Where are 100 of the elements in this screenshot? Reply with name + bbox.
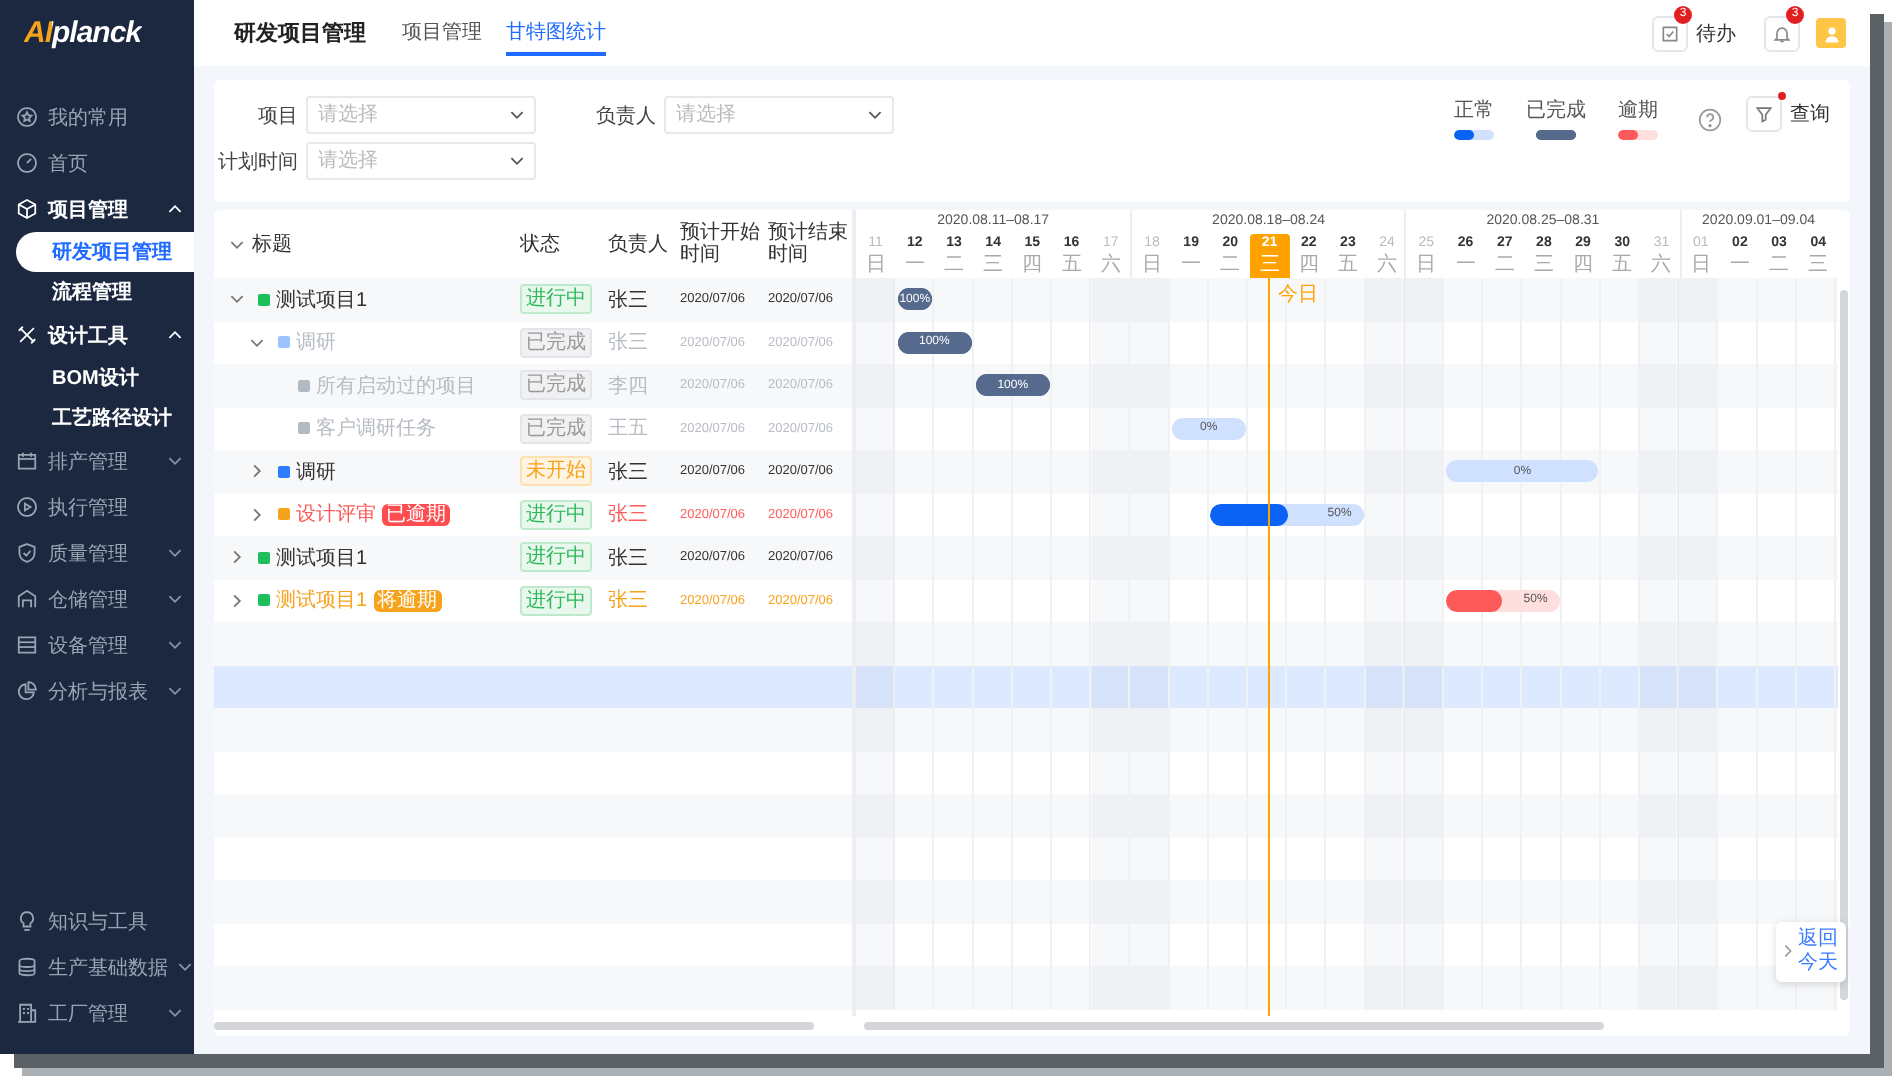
tab[interactable]: 项目管理 (402, 11, 482, 55)
task-title: 调研 (296, 330, 336, 357)
task-title: 客户调研任务 (316, 415, 436, 443)
status-tag: 进行中 (520, 585, 592, 616)
owner-name: 张三 (608, 501, 648, 529)
task-title: 测试项目1 (276, 587, 368, 615)
owner-name: 张三 (608, 459, 648, 486)
nav-item[interactable]: 设备管理 (0, 622, 194, 668)
tools-icon (16, 324, 38, 346)
list-icon (16, 634, 38, 656)
shield-icon (16, 542, 38, 564)
filter-button[interactable] (1746, 96, 1782, 132)
scrollbar[interactable] (864, 1022, 1604, 1030)
select-field[interactable]: 请选择 (306, 142, 536, 180)
legend-label: 逾期 (1618, 97, 1658, 124)
nav-item[interactable]: 分析与报表 (0, 668, 194, 714)
legend-label: 正常 (1454, 97, 1494, 124)
star-circle-icon (16, 106, 38, 128)
legend-swatch (1454, 130, 1494, 140)
calendar-icon (16, 450, 38, 472)
status-tag: 已完成 (520, 370, 592, 401)
checklist-icon (1660, 23, 1680, 43)
field-label: 项目 (256, 103, 298, 129)
legend-label: 已完成 (1526, 97, 1586, 124)
gauge-icon (16, 152, 38, 174)
column-header: 标题 (252, 231, 292, 258)
status-tag: 已逾期 (382, 503, 450, 526)
status-tag: 进行中 (520, 542, 592, 573)
select-field[interactable]: 请选择 (664, 96, 894, 134)
field-label: 负责人 (594, 103, 656, 129)
nav-subitem[interactable]: BOM设计 (16, 358, 194, 398)
warehouse-icon (16, 588, 38, 610)
status-tag: 将逾期 (373, 589, 442, 612)
status-tag: 已完成 (520, 413, 592, 444)
owner-name: 李四 (608, 373, 648, 400)
page-title: 研发项目管理 (234, 20, 366, 48)
nav-item[interactable]: 工厂管理 (0, 990, 194, 1036)
chevron-icon[interactable] (251, 507, 261, 522)
column-header: 状态 (520, 231, 560, 258)
pie-chart-icon (16, 680, 38, 702)
task-title: 设计评审 (296, 501, 376, 529)
nav-subitem[interactable]: 流程管理 (16, 272, 194, 312)
tab[interactable]: 甘特图统计 (506, 11, 606, 55)
back-to-today-button[interactable]: 返回今天 (1776, 921, 1846, 981)
status-tag: 进行中 (520, 499, 592, 530)
legend-swatch (1536, 130, 1576, 140)
chevron-icon[interactable] (510, 156, 524, 166)
collapse-all-icon[interactable] (229, 239, 243, 249)
building-icon (16, 1002, 38, 1024)
column-header: 预计结束时间 (768, 222, 848, 266)
nav-item[interactable]: 项目管理 (0, 186, 194, 232)
scrollbar[interactable] (1840, 290, 1848, 1000)
play-circle-icon (16, 496, 38, 518)
chevron-icon[interactable] (231, 550, 241, 565)
select-field[interactable]: 请选择 (306, 96, 536, 134)
help-icon[interactable] (1698, 108, 1722, 132)
nav-item[interactable]: 生产基础数据 (0, 944, 194, 990)
owner-name: 张三 (608, 287, 648, 314)
nav-item[interactable]: 知识与工具 (0, 898, 194, 944)
notification-button[interactable] (1764, 15, 1800, 51)
nav-item[interactable]: 首页 (0, 140, 194, 186)
cube-icon (16, 198, 38, 220)
task-title: 所有启动过的项目 (316, 373, 476, 400)
owner-name: 王五 (608, 416, 648, 443)
chevron-icon[interactable] (510, 110, 524, 120)
chevron-icon (1784, 944, 1792, 958)
nav-subitem[interactable]: 研发项目管理 (16, 232, 194, 272)
nav-item[interactable]: 我的常用 (0, 94, 194, 140)
column-header: 预计开始时间 (680, 222, 760, 266)
chevron-icon[interactable] (249, 337, 263, 348)
chevron-icon[interactable] (231, 593, 241, 608)
nav-item[interactable]: 排产管理 (0, 438, 194, 484)
nav-item[interactable]: 执行管理 (0, 484, 194, 530)
bell-icon (1772, 23, 1792, 43)
owner-name: 张三 (608, 545, 648, 572)
chevron-icon[interactable] (251, 464, 261, 479)
task-title: 测试项目1 (276, 545, 368, 572)
status-tag: 已完成 (520, 327, 592, 358)
nav-subitem[interactable]: 工艺路径设计 (16, 398, 194, 438)
today-label: 今日 (1277, 282, 1318, 308)
filter-icon (1754, 104, 1774, 124)
owner-name: 张三 (608, 329, 648, 357)
owner-name: 张三 (608, 587, 648, 615)
field-label: 计划时间 (216, 149, 298, 175)
status-tag: 进行中 (520, 284, 592, 315)
legend-swatch (1618, 130, 1658, 140)
chevron-icon[interactable] (229, 294, 243, 305)
chevron-icon[interactable] (868, 110, 882, 120)
task-title: 测试项目1 (276, 287, 368, 314)
nav-item[interactable]: 仓储管理 (0, 576, 194, 622)
query-button[interactable]: 查询 (1782, 96, 1830, 132)
status-tag: 未开始 (520, 456, 592, 487)
scrollbar[interactable] (214, 1022, 814, 1030)
column-header: 负责人 (608, 231, 668, 258)
logo: AIplanck (24, 16, 142, 50)
nav-item[interactable]: 质量管理 (0, 530, 194, 576)
nav-item[interactable]: 设计工具 (0, 312, 194, 358)
task-title: 调研 (296, 459, 336, 486)
database-icon (16, 956, 38, 978)
bulb-icon (16, 910, 38, 932)
